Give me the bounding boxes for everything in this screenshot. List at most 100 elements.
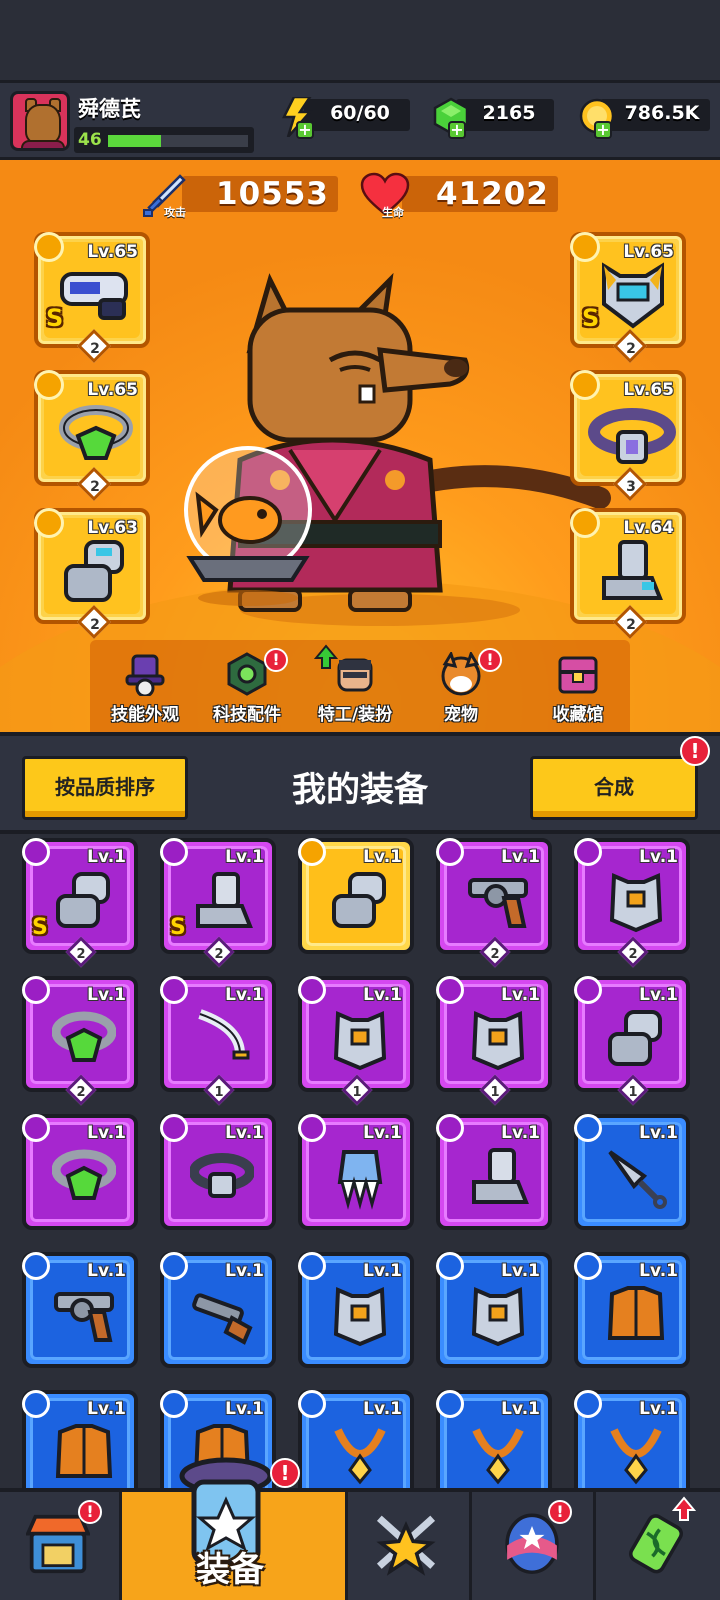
item-type-icon (436, 838, 464, 866)
inventory-item[interactable]: Lv.1 1 (160, 976, 276, 1106)
ring-type-icon (34, 370, 64, 400)
boot-type-icon (570, 508, 600, 538)
coins-resource[interactable]: + 786.5K (578, 97, 710, 139)
equipped-slot-boots[interactable]: Lv.64 2 (570, 508, 686, 639)
slot-level: Lv.63 (87, 518, 138, 538)
bottom-tab-shop[interactable]: ! (0, 1492, 122, 1600)
item-level: Lv.1 (639, 1399, 678, 1419)
pet-goldfish[interactable] (180, 440, 320, 610)
item-type-icon (298, 1252, 326, 1280)
inventory-item[interactable]: Lv.1 S 2 (160, 838, 276, 968)
item-level: Lv.1 (639, 1123, 678, 1143)
item-type-icon (574, 1390, 602, 1418)
item-type-icon (436, 1390, 464, 1418)
gem-ring-icon (52, 1149, 116, 1200)
revolver-icon (468, 878, 528, 928)
nav-agent-outfit[interactable]: 特工/装扮 (300, 644, 410, 730)
item-level: Lv.1 (501, 1261, 540, 1281)
inventory-item[interactable]: Lv.1 (298, 1114, 414, 1230)
player-avatar[interactable] (10, 91, 70, 151)
item-type-icon (436, 1252, 464, 1280)
item-level: Lv.1 (639, 985, 678, 1005)
inventory-item[interactable]: Lv.1 1 (298, 976, 414, 1106)
inventory-item[interactable]: Lv.1 (22, 1114, 138, 1230)
inventory-item[interactable]: Lv.1 1 (574, 976, 690, 1106)
energy-resource[interactable]: + 60/60 (280, 97, 410, 139)
gauntlet-icon (56, 872, 110, 928)
bottom-tab-egg[interactable]: ! (472, 1492, 596, 1600)
inventory-item[interactable]: Lv.1 2 (22, 976, 138, 1106)
inventory-item[interactable]: Lv.1 (574, 1114, 690, 1230)
gauntlet-icon (64, 540, 124, 602)
inventory-item[interactable]: Lv.1 (574, 1252, 690, 1368)
inventory-item[interactable]: Lv.1 (160, 1252, 276, 1368)
chest-icon (558, 656, 598, 694)
inventory-item[interactable]: Lv.1 (298, 838, 414, 954)
inventory-item[interactable]: Lv.1 (160, 1114, 276, 1230)
armor-vest-icon (471, 1287, 525, 1347)
bottom-tab-dna[interactable] (596, 1492, 720, 1600)
inventory-item[interactable]: Lv.1 (436, 1390, 552, 1488)
rank-badge: S (32, 915, 48, 940)
merge-button[interactable]: 合成 (530, 756, 698, 820)
slot-level: Lv.64 (623, 518, 674, 538)
item-stars: 1 (490, 1085, 500, 1100)
item-type-icon (436, 976, 464, 1004)
slot-stars: 2 (626, 341, 636, 357)
slot-level: Lv.65 (623, 242, 674, 262)
inventory-item[interactable]: Lv.1 2 (436, 838, 552, 968)
inventory-item[interactable]: Lv.1 1 (436, 976, 552, 1106)
inventory-item[interactable]: Lv.1 S 2 (22, 838, 138, 968)
nav-pet[interactable]: 宠物 ! (406, 648, 516, 730)
armor-type-icon (570, 232, 600, 262)
equipped-slot-belt[interactable]: Lv.65 3 (570, 370, 686, 501)
nav-label: 科技配件 (213, 705, 281, 725)
gauntlet-icon (608, 1010, 662, 1066)
item-level: Lv.1 (501, 1399, 540, 1419)
inventory-item[interactable]: Lv.1 (22, 1252, 138, 1368)
bottom-tab-equipment[interactable]: ! 装备 (122, 1457, 348, 1600)
item-stars: 2 (490, 947, 500, 962)
inventory-item[interactable]: Lv.1 (436, 1252, 552, 1368)
alert-badge: ! (478, 648, 502, 672)
alert-badge: ! (264, 648, 288, 672)
inventory-item[interactable]: Lv.1 (298, 1252, 414, 1368)
boot-icon (196, 872, 253, 928)
item-type-icon (574, 838, 602, 866)
gem-ring-icon (52, 1011, 116, 1062)
inventory-item[interactable]: Lv.1 (574, 1390, 690, 1488)
avatar-face (25, 104, 61, 144)
equipped-slot-gloves[interactable]: Lv.63 2 (34, 508, 150, 639)
inventory-item[interactable]: Lv.1 (22, 1390, 138, 1488)
equipped-slot-weapon[interactable]: Lv.65 S 2 (34, 232, 150, 363)
inventory-item[interactable]: Lv.1 (436, 1114, 552, 1230)
item-type-icon (298, 1390, 326, 1418)
bottom-nav: ! ! 装备 ! (0, 1457, 720, 1600)
glove-type-icon (34, 508, 64, 538)
item-level: Lv.1 (363, 1261, 402, 1281)
equipped-slot-armor[interactable]: Lv.65 S 2 (570, 232, 686, 363)
nav-collection[interactable]: 收藏馆 (523, 650, 633, 730)
inventory-item[interactable]: Lv.1 2 (574, 838, 690, 968)
top-bar: 舜德芪 46 + 60/60 + 2165 + 786.5K (0, 80, 720, 160)
coins-value: 786.5K (624, 102, 700, 124)
inventory-item[interactable]: Lv.1 (298, 1390, 414, 1488)
gauntlet-icon (332, 872, 386, 928)
nav-tech-parts[interactable]: 科技配件 ! (192, 648, 302, 730)
gems-plus-button[interactable]: + (448, 121, 466, 139)
xp-bar-fill (108, 135, 162, 147)
hero-showcase: 攻击 10553 生命 41202 Lv.65 S 2 Lv.65 2 Lv.6… (0, 160, 720, 732)
bottom-tab-battle[interactable] (348, 1492, 472, 1600)
nav-skill-skin[interactable]: 技能外观 (90, 650, 200, 730)
belt-type-icon (570, 370, 600, 400)
item-level: Lv.1 (87, 847, 126, 867)
hat-icon (125, 654, 165, 696)
item-stars: 2 (76, 1085, 86, 1100)
coins-plus-button[interactable]: + (594, 121, 612, 139)
item-type-icon (160, 1114, 188, 1142)
equipped-slot-ring[interactable]: Lv.65 2 (34, 370, 150, 501)
item-type-icon (574, 976, 602, 1004)
revolver-icon (54, 1292, 114, 1342)
sort-by-quality-button[interactable]: 按品质排序 (22, 756, 188, 820)
gems-resource[interactable]: + 2165 (432, 97, 554, 139)
